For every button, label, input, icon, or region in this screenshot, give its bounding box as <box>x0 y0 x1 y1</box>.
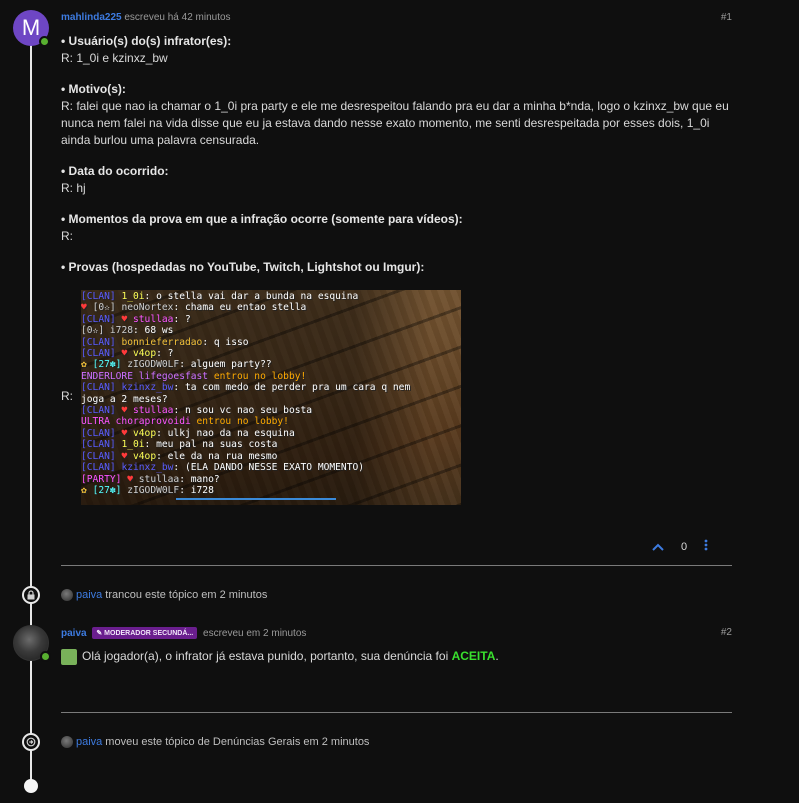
avatar[interactable] <box>61 736 73 748</box>
report-section: • Motivo(s): R: falei que nao ia chamar … <box>61 81 736 149</box>
move-event-node <box>22 733 40 751</box>
post-actions: 0 <box>652 539 708 554</box>
moderator-badge[interactable]: ✎ MODERADOR SECUNDÁ... <box>92 627 198 639</box>
chat-input-bar <box>176 498 336 500</box>
post-timestamp[interactable]: escreveu em 2 minutos <box>203 628 306 639</box>
chat-message: ♥ [0✫] neoNortex: chama eu entao stella <box>81 302 307 314</box>
post-content: Olá jogador(a), o infrator já estava pun… <box>61 648 736 665</box>
chat-message: [CLAN] ♥ stullaa: ? <box>81 313 191 325</box>
chat-log: [CLAN] 1_0i: o stella vai dar a bunda na… <box>81 290 461 496</box>
post-number-link[interactable]: #1 <box>721 12 732 23</box>
section-answer: R: 1_0i e kzinxz_bw <box>61 51 168 65</box>
event-user-link[interactable]: paiva <box>76 736 102 748</box>
avatar[interactable] <box>61 589 73 601</box>
event-user-link[interactable]: paiva <box>76 589 102 601</box>
reply-text: Olá jogador(a), o infrator já estava pun… <box>61 648 736 665</box>
chat-message: ENDERLORE lifegoesfast entrou no lobby! <box>81 370 307 382</box>
post-content: • Usuário(s) do(s) infrator(es): R: 1_0i… <box>61 33 736 276</box>
section-label: • Provas (hospedadas no YouTube, Twitch,… <box>61 260 425 274</box>
reply-message: Olá jogador(a), o infrator já estava pun… <box>82 649 449 663</box>
post-timestamp[interactable]: escreveu há 42 minutos <box>124 12 230 23</box>
chat-message: [PARTY] ♥ stullaa: mano? <box>81 473 220 485</box>
chat-message: [0✫] i728: 68 ws <box>81 325 174 337</box>
event-description: trancou este tópico em 2 minutos <box>105 589 268 601</box>
report-section: • Usuário(s) do(s) infrator(es): R: 1_0i… <box>61 33 736 67</box>
post-divider <box>61 712 732 713</box>
move-icon <box>26 737 36 747</box>
online-status-dot <box>39 36 50 47</box>
section-answer: R: <box>61 389 73 403</box>
post-author-link[interactable]: paiva <box>61 628 87 639</box>
section-label: • Motivo(s): <box>61 82 126 96</box>
chevron-up-icon[interactable] <box>652 539 664 554</box>
reply-punctuation: . <box>495 649 499 663</box>
report-section: • Provas (hospedadas no YouTube, Twitch,… <box>61 259 736 276</box>
report-section: • Data do ocorrido: R: hj <box>61 163 736 197</box>
accepted-status: ACEITA <box>451 649 496 663</box>
more-options-icon[interactable] <box>704 539 708 554</box>
post-author-link[interactable]: mahlinda225 <box>61 12 122 23</box>
chat-message: [CLAN] ♥ v4op: ulkj nao da na esquina <box>81 427 295 439</box>
chat-message: [CLAN] 1_0i: meu pal na suas costa <box>81 439 278 451</box>
report-section: • Momentos da prova em que a infração oc… <box>61 211 736 245</box>
section-answer: R: <box>61 229 73 243</box>
evidence-screenshot[interactable]: [CLAN] 1_0i: o stella vai dar a bunda na… <box>81 290 461 505</box>
timeline-end-dot <box>24 779 38 793</box>
chat-message: ✿ [27✽] zIGODW0LF: alguem party?? <box>81 359 272 371</box>
chat-message: [CLAN] ♥ v4op: ? <box>81 348 174 360</box>
chat-message: [CLAN] ♥ stullaa: n sou vc nao seu bosta <box>81 405 313 417</box>
lock-icon <box>27 590 35 600</box>
online-status-dot <box>40 651 51 662</box>
move-event: paiva moveu este tópico de Denúncias Ger… <box>61 736 369 748</box>
chat-message: [CLAN] ♥ v4op: ele da na rua mesmo <box>81 450 278 462</box>
check-emoji-icon <box>61 648 77 665</box>
chat-message: [CLAN] 1_0i: o stella vai dar a bunda na… <box>81 291 359 302</box>
section-answer: R: hj <box>61 181 86 195</box>
section-label: • Data do ocorrido: <box>61 164 169 178</box>
post-divider <box>61 565 732 566</box>
section-label: • Usuário(s) do(s) infrator(es): <box>61 34 232 48</box>
section-answer: R: falei que nao ia chamar o 1_0i pra pa… <box>61 99 729 147</box>
post-meta: mahlinda225 escreveu há 42 minutos <box>61 12 231 23</box>
section-label: • Momentos da prova em que a infração oc… <box>61 212 463 226</box>
chat-message: ✿ [27✽] zIGODW0LF: i728 <box>81 484 214 496</box>
chat-message: joga a 2 meses? <box>81 393 168 405</box>
post-number-link[interactable]: #2 <box>721 627 732 638</box>
event-description: moveu este tópico de Denúncias Gerais em… <box>105 736 370 748</box>
timeline-line <box>30 40 32 785</box>
lock-event: paiva trancou este tópico em 2 minutos <box>61 589 267 601</box>
chat-message: ULTRA choraprovoidi entrou no lobby! <box>81 416 289 428</box>
chat-message: [CLAN] kzinxz_bw: ta com medo de perder … <box>81 382 411 394</box>
lock-event-node <box>22 586 40 604</box>
chat-message: [CLAN] bonnieferradao: q isso <box>81 336 249 348</box>
chat-message: [CLAN] kzinxz_bw: (ELA DANDO NESSE EXATO… <box>81 462 365 474</box>
vote-count: 0 <box>681 540 688 553</box>
post-meta: paiva ✎ MODERADOR SECUNDÁ... escreveu em… <box>61 627 306 639</box>
